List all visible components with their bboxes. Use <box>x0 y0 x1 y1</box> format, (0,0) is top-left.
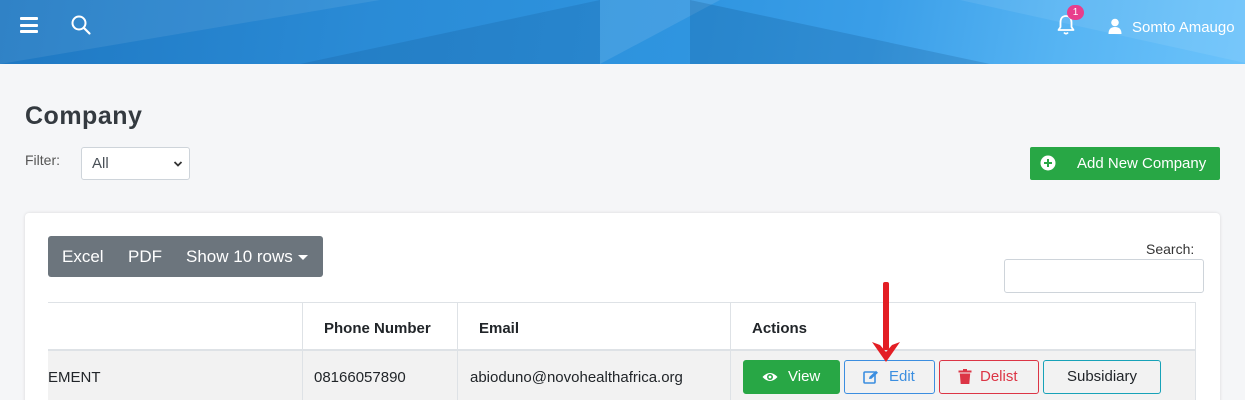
subsidiary-button[interactable]: Subsidiary <box>1043 360 1161 394</box>
table-header-row: Phone Number Email Actions <box>48 302 1196 351</box>
edit-icon <box>863 370 878 384</box>
edit-button[interactable]: Edit <box>844 360 935 394</box>
user-icon <box>1108 18 1122 34</box>
show-rows-dropdown[interactable]: Show 10 rows <box>186 236 293 277</box>
plus-circle-icon <box>1040 155 1056 171</box>
view-label: View <box>788 368 821 385</box>
trash-icon <box>958 369 972 384</box>
add-new-company-button[interactable]: Add New Company <box>1030 147 1220 180</box>
column-divider <box>302 302 303 400</box>
company-table: Phone Number Email Actions EMENT 0816605… <box>48 302 1196 400</box>
column-divider <box>730 302 731 400</box>
eye-icon <box>762 373 778 381</box>
search-input[interactable] <box>1004 259 1204 293</box>
phone-cell: 08166057890 <box>314 369 406 386</box>
pdf-button[interactable]: PDF <box>128 236 162 277</box>
search-icon[interactable] <box>70 14 92 36</box>
annotation-arrow-icon <box>872 282 900 362</box>
filter-selected-value: All <box>92 155 109 172</box>
column-header-phone[interactable]: Phone Number <box>324 320 431 337</box>
delist-label: Delist <box>980 368 1018 385</box>
caret-down-icon <box>298 255 308 260</box>
table-row: EMENT 08166057890 abioduno@novohealthafr… <box>48 351 1196 400</box>
column-divider <box>457 302 458 400</box>
notification-badge: 1 <box>1067 5 1084 20</box>
subsidiary-label: Subsidiary <box>1066 368 1138 385</box>
column-divider <box>1195 302 1196 400</box>
delist-button[interactable]: Delist <box>939 360 1039 394</box>
export-button-group: Excel PDF Show 10 rows <box>48 236 323 277</box>
company-name-cell: EMENT <box>48 369 101 386</box>
add-new-company-label: Add New Company <box>1077 155 1207 172</box>
search-label: Search: <box>1146 241 1195 257</box>
filter-label: Filter: <box>25 152 60 168</box>
edit-label: Edit <box>889 368 915 385</box>
column-header-email[interactable]: Email <box>479 320 519 337</box>
page-title: Company <box>25 102 143 130</box>
chevron-down-icon <box>173 161 183 167</box>
menu-icon[interactable] <box>20 17 38 33</box>
filter-select[interactable]: All <box>81 147 190 180</box>
email-cell: abioduno@novohealthafrica.org <box>470 369 683 386</box>
column-header-actions: Actions <box>752 320 808 337</box>
excel-button[interactable]: Excel <box>62 236 104 277</box>
user-name[interactable]: Somto Amaugo <box>1132 19 1235 36</box>
view-button[interactable]: View <box>743 360 840 394</box>
